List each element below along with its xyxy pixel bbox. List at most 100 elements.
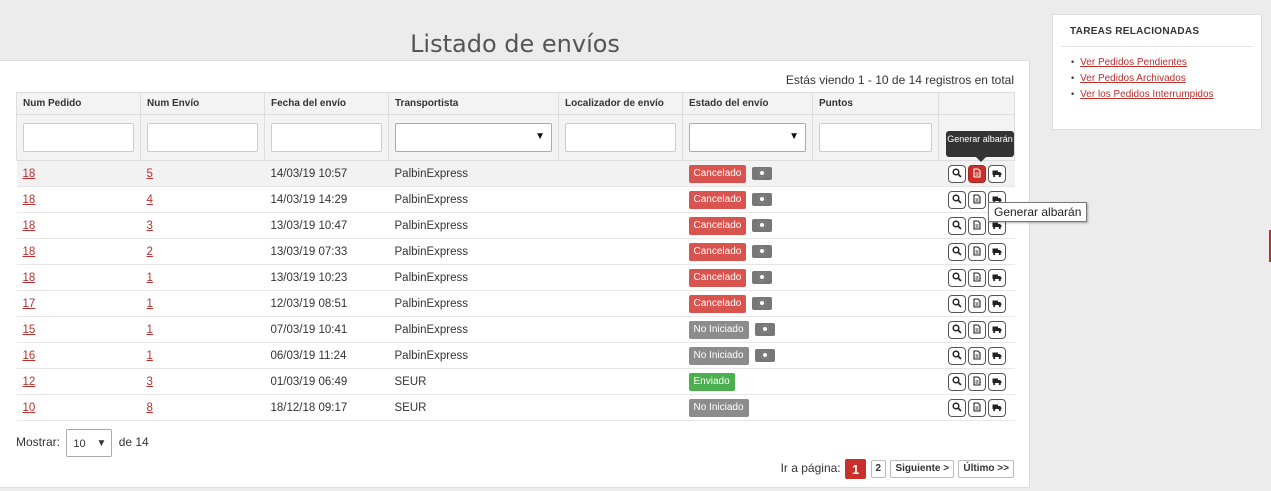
cell-num-pedido: 18: [16, 186, 141, 213]
document-icon[interactable]: [967, 294, 986, 313]
list-item: Ver Pedidos Pendientes: [1071, 57, 1261, 68]
cell-fecha: 14/03/19 10:57: [264, 160, 389, 187]
search-icon[interactable]: [947, 190, 966, 209]
page-2-button[interactable]: 2: [870, 460, 887, 478]
document-icon[interactable]: [967, 164, 986, 183]
link-pedidos-interrumpidos[interactable]: Ver los Pedidos Interrumpidos: [1080, 89, 1213, 100]
filter-num-pedido-input[interactable]: [23, 123, 134, 152]
truck-icon[interactable]: [987, 164, 1006, 183]
num-pedido-link[interactable]: 18: [23, 168, 36, 180]
cell-estado: Cancelado: [682, 264, 813, 291]
truck-icon[interactable]: [987, 346, 1006, 365]
eye-icon[interactable]: [752, 219, 773, 232]
search-icon[interactable]: [947, 164, 966, 183]
document-icon[interactable]: [967, 372, 986, 391]
table-row: 18 2 13/03/19 07:33 PalbinExpress Cancelado: [16, 238, 1015, 265]
search-icon[interactable]: [947, 268, 966, 287]
truck-icon[interactable]: [987, 242, 1006, 261]
eye-icon[interactable]: [752, 297, 773, 310]
document-icon[interactable]: [967, 268, 986, 287]
eye-icon[interactable]: [754, 349, 775, 362]
next-page-button[interactable]: Siguiente >: [890, 460, 955, 478]
num-envio-link[interactable]: 5: [147, 168, 153, 180]
truck-icon[interactable]: [987, 398, 1006, 417]
eye-icon[interactable]: [754, 323, 775, 336]
eye-icon[interactable]: [752, 271, 773, 284]
cell-num-pedido: 18: [16, 238, 141, 265]
link-pedidos-archivados[interactable]: Ver Pedidos Archivados: [1080, 73, 1186, 84]
cell-num-pedido: 18: [16, 160, 141, 187]
truck-icon[interactable]: [987, 320, 1006, 339]
header-num-envio[interactable]: Num Envío: [140, 92, 265, 115]
num-pedido-link[interactable]: 17: [23, 298, 36, 310]
header-estado[interactable]: Estado del envío: [682, 92, 813, 115]
filter-localizador-input[interactable]: [565, 123, 676, 152]
cell-localizador: [558, 264, 683, 291]
filter-estado-select[interactable]: ▼: [689, 123, 806, 152]
num-envio-link[interactable]: 3: [147, 376, 153, 388]
eye-icon[interactable]: [752, 167, 773, 180]
num-envio-link[interactable]: 1: [147, 298, 153, 310]
document-icon[interactable]: [967, 346, 986, 365]
cell-num-envio: 1: [140, 342, 265, 369]
cell-estado: Cancelado: [682, 186, 813, 213]
eye-icon[interactable]: [752, 245, 773, 258]
divider: [1061, 46, 1253, 47]
num-envio-link[interactable]: 4: [147, 194, 153, 206]
search-icon[interactable]: [947, 372, 966, 391]
num-pedido-link[interactable]: 18: [23, 272, 36, 284]
truck-icon[interactable]: [987, 372, 1006, 391]
num-pedido-link[interactable]: 18: [23, 246, 36, 258]
filter-transportista-select[interactable]: ▼: [395, 123, 552, 152]
cell-num-envio: 4: [140, 186, 265, 213]
num-pedido-link[interactable]: 12: [23, 376, 36, 388]
eye-icon[interactable]: [752, 193, 773, 206]
page-size-value: 10: [73, 438, 86, 450]
header-localizador[interactable]: Localizador de envío: [558, 92, 683, 115]
truck-icon[interactable]: [987, 294, 1006, 313]
document-icon[interactable]: [967, 320, 986, 339]
cell-fecha: 01/03/19 06:49: [264, 368, 389, 395]
num-pedido-link[interactable]: 18: [23, 220, 36, 232]
num-envio-link[interactable]: 8: [147, 402, 153, 414]
num-pedido-link[interactable]: 16: [23, 350, 36, 362]
caret-down-icon: ▼: [96, 438, 107, 449]
cell-actions: [938, 238, 1015, 265]
link-pedidos-pendientes[interactable]: Ver Pedidos Pendientes: [1080, 57, 1187, 68]
num-envio-link[interactable]: 1: [147, 324, 153, 336]
num-envio-link[interactable]: 1: [147, 272, 153, 284]
cell-transportista: PalbinExpress: [388, 316, 559, 343]
search-icon[interactable]: [947, 294, 966, 313]
caret-down-icon: ▼: [535, 131, 545, 142]
num-pedido-link[interactable]: 18: [23, 194, 36, 206]
document-icon[interactable]: [967, 190, 986, 209]
filter-puntos-input[interactable]: [819, 123, 932, 152]
num-envio-link[interactable]: 3: [147, 220, 153, 232]
search-icon[interactable]: [947, 216, 966, 235]
search-icon[interactable]: [947, 346, 966, 365]
page-1-button[interactable]: 1: [844, 459, 867, 479]
document-icon[interactable]: [967, 216, 986, 235]
filter-num-envio-input[interactable]: [147, 123, 258, 152]
truck-icon[interactable]: [987, 268, 1006, 287]
header-fecha[interactable]: Fecha del envío: [264, 92, 389, 115]
search-icon[interactable]: [947, 320, 966, 339]
num-envio-link[interactable]: 1: [147, 350, 153, 362]
header-transportista[interactable]: Transportista: [388, 92, 559, 115]
search-icon[interactable]: [947, 398, 966, 417]
cell-localizador: [558, 290, 683, 317]
header-num-pedido[interactable]: Num Pedido: [16, 92, 141, 115]
num-pedido-link[interactable]: 10: [23, 402, 36, 414]
last-page-button[interactable]: Último >>: [958, 460, 1014, 478]
cell-actions: [938, 342, 1015, 369]
document-icon[interactable]: [967, 398, 986, 417]
cell-puntos: [812, 264, 939, 291]
num-envio-link[interactable]: 2: [147, 246, 153, 258]
filter-fecha-input[interactable]: [271, 123, 382, 152]
header-puntos[interactable]: Puntos: [812, 92, 939, 115]
num-pedido-link[interactable]: 15: [23, 324, 36, 336]
page-size-select[interactable]: 10 ▼: [66, 429, 113, 457]
search-icon[interactable]: [947, 242, 966, 261]
document-icon[interactable]: [967, 242, 986, 261]
cell-localizador: [558, 160, 683, 187]
